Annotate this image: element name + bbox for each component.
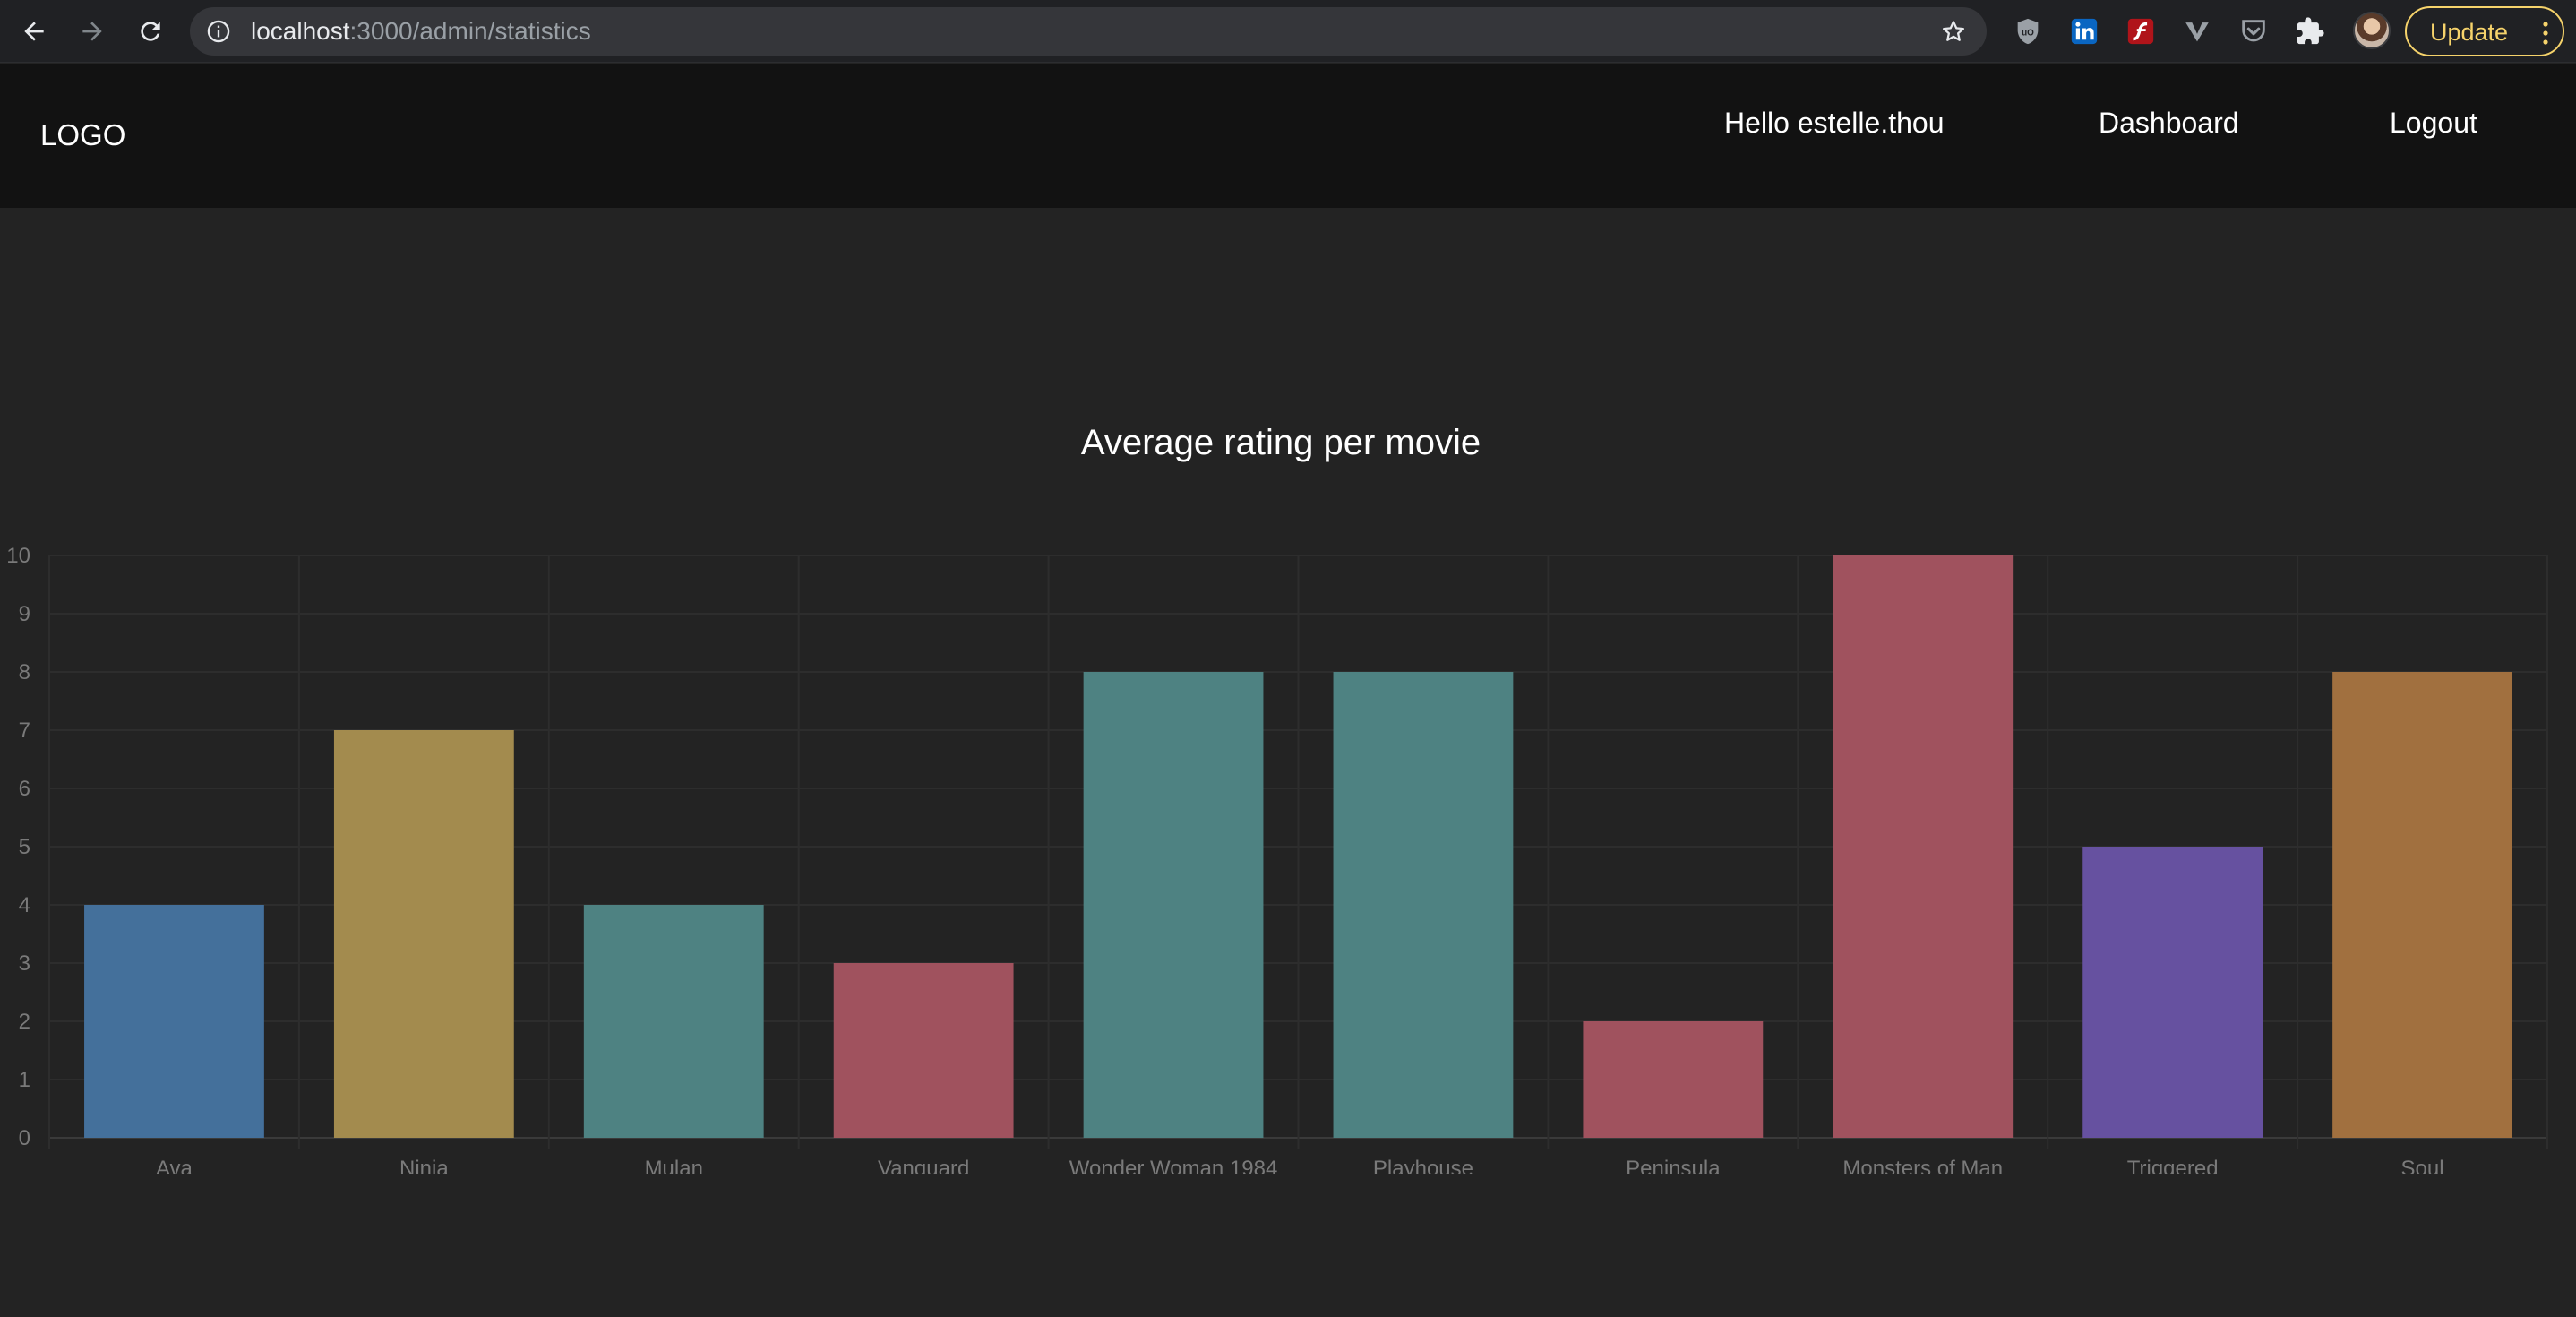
x-tick-label: Soul <box>2401 1157 2444 1174</box>
pocket-extension[interactable] <box>2237 15 2270 47</box>
reload-button[interactable] <box>129 10 172 53</box>
app-header: LOGO Hello estelle.thou Dashboard Logout <box>0 64 2576 208</box>
x-tick-label: Monsters of Man <box>1842 1157 2003 1174</box>
y-tick-label: 7 <box>19 719 30 743</box>
linkedin-extension[interactable] <box>2068 15 2100 47</box>
bar-chart: 0 1 2 3 4 5 6 7 8 9 10 Ava Ninja Mulan Vanguard Wonder… <box>6 544 2548 1174</box>
bar[interactable] <box>583 905 764 1138</box>
logout-link[interactable]: Logout <box>2390 107 2477 139</box>
dashboard-link[interactable]: Dashboard <box>2099 107 2239 139</box>
x-tick-label: Ava <box>156 1157 193 1174</box>
y-tick-label: 5 <box>19 835 30 859</box>
more-menu-icon <box>2543 22 2548 45</box>
y-tick-label: 6 <box>19 777 30 801</box>
y-tick-label: 0 <box>19 1126 30 1150</box>
bar[interactable] <box>84 905 264 1138</box>
x-tick-label: Peninsula <box>1626 1157 1721 1174</box>
bar[interactable] <box>2332 672 2512 1138</box>
bar[interactable] <box>833 963 1014 1138</box>
logo[interactable]: LOGO <box>40 119 125 151</box>
url-path: :3000/admin/statistics <box>349 17 591 45</box>
reload-icon <box>141 22 160 41</box>
update-label: Update <box>2430 19 2509 46</box>
extensions-icon <box>2297 17 2324 45</box>
vimeo-icon <box>2185 22 2209 42</box>
chart-title: Average rating per movie <box>1080 423 1481 462</box>
bar[interactable] <box>1833 555 2014 1138</box>
extensions-button[interactable] <box>2294 15 2326 47</box>
back-button[interactable] <box>13 10 56 53</box>
x-tick-label: Ninja <box>399 1157 449 1174</box>
x-tick-label: Vanguard <box>878 1157 969 1174</box>
url-text: localhost:3000/admin/statistics <box>251 18 591 45</box>
y-tick-label: 3 <box>19 951 30 976</box>
pocket-icon <box>2242 20 2265 42</box>
address-bar[interactable]: localhost:3000/admin/statistics <box>190 7 1987 56</box>
info-icon[interactable] <box>206 19 231 44</box>
forward-button[interactable] <box>71 10 114 53</box>
y-axis: 0 1 2 3 4 5 6 7 8 9 10 <box>6 544 30 1150</box>
linkedin-icon <box>2071 18 2098 45</box>
y-tick-label: 9 <box>19 602 30 626</box>
vimeo-extension[interactable] <box>2181 15 2213 47</box>
update-button[interactable]: Update <box>2405 6 2564 56</box>
star-icon[interactable] <box>1940 18 1967 45</box>
bar[interactable] <box>1333 672 1514 1138</box>
flash-extension[interactable] <box>2125 15 2157 47</box>
y-tick-label: 10 <box>6 544 30 568</box>
y-tick-label: 4 <box>19 893 30 917</box>
forward-icon <box>82 22 102 41</box>
ublock-extension[interactable]: uO <box>2012 15 2044 47</box>
url-host: localhost <box>251 17 350 45</box>
x-tick-label: Mulan <box>645 1157 703 1174</box>
x-tick-label: Triggered <box>2127 1157 2219 1174</box>
profile-avatar[interactable] <box>2353 12 2391 49</box>
y-tick-label: 2 <box>19 1010 30 1034</box>
bar[interactable] <box>1083 672 1264 1138</box>
bar[interactable] <box>333 730 514 1138</box>
browser-toolbar: localhost:3000/admin/statistics uO Updat… <box>0 0 2576 63</box>
bar[interactable] <box>2082 847 2263 1138</box>
x-tick-label: Playhouse <box>1373 1157 1473 1174</box>
y-tick-label: 8 <box>19 660 30 684</box>
ublock-icon: uO <box>2017 18 2039 45</box>
y-tick-label: 1 <box>19 1068 30 1092</box>
x-axis: Ava Ninja Mulan Vanguard Wonder Woman 1984 Pl… <box>156 1157 2444 1174</box>
flash-icon <box>2127 18 2154 45</box>
greeting-text: Hello estelle.thou <box>1724 107 1945 139</box>
back-icon <box>24 22 44 41</box>
x-tick-label: Wonder Woman 1984 <box>1069 1157 1278 1174</box>
svg-text:uO: uO <box>2022 28 2034 38</box>
bar[interactable] <box>1583 1021 1764 1138</box>
